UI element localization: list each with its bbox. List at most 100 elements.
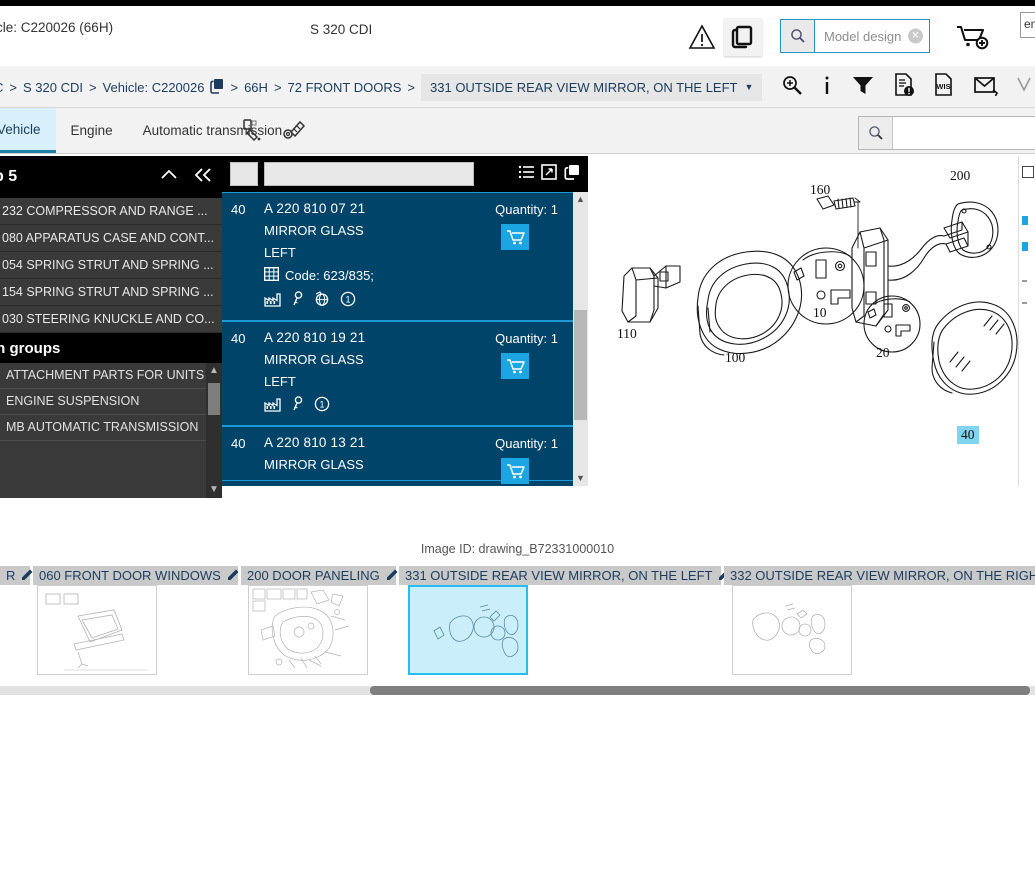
strip-label-partial[interactable]: R <box>0 566 33 585</box>
copy-icon[interactable] <box>724 18 762 56</box>
strip-label-060-front-door-windows[interactable]: 060 FRONT DOOR WINDOWS <box>33 566 240 585</box>
callout-20[interactable]: 20 <box>876 345 890 361</box>
thumbnail-item[interactable] <box>37 585 157 675</box>
global-search-box[interactable] <box>858 116 1035 150</box>
parts-search-input[interactable] <box>264 162 474 186</box>
scrollbar-thumb[interactable] <box>574 310 587 420</box>
sidebar-subitem-attachment-parts[interactable]: ATTACHMENT PARTS FOR UNITS <box>0 363 222 389</box>
copy-icon[interactable] <box>210 78 224 97</box>
chevron-double-left-icon[interactable] <box>192 167 214 188</box>
sidebar-subitem-engine-suspension[interactable]: ENGINE SUSPENSION <box>0 389 222 415</box>
document-alert-icon[interactable] <box>893 72 915 102</box>
part-row[interactable]: 40 A 220 810 19 21 MIRROR GLASS LEFT 1 Q… <box>222 321 588 426</box>
header-vehicle-label: cle: C220026 (66H) <box>0 20 114 35</box>
model-designation-search[interactable]: Model design ✕ <box>780 19 930 53</box>
key-icon[interactable] <box>291 291 304 312</box>
callout-10[interactable]: 10 <box>813 305 827 321</box>
copy-icon[interactable] <box>564 164 580 185</box>
key-icon[interactable] <box>291 396 304 417</box>
circled-one-icon[interactable]: 1 <box>314 396 330 417</box>
add-to-cart-icon[interactable] <box>501 458 529 484</box>
circled-one-icon[interactable]: 1 <box>340 291 356 312</box>
edge-chip-icon[interactable] <box>1022 242 1028 251</box>
filter-icon[interactable] <box>851 74 875 101</box>
sidebar-item-232[interactable]: 232 COMPRESSOR AND RANGE ... <box>0 198 222 225</box>
edit-icon[interactable] <box>386 568 399 584</box>
edge-dash-icon <box>1022 280 1027 282</box>
factory-icon[interactable] <box>264 292 281 312</box>
sidebar-subsection-list: ATTACHMENT PARTS FOR UNITS ENGINE SUSPEN… <box>0 363 222 498</box>
part-icon-row: 1 <box>264 396 588 417</box>
parts-scrollbar[interactable]: ▲ ▼ <box>573 192 588 486</box>
mail-icon[interactable] <box>973 74 999 101</box>
add-to-cart-icon[interactable] <box>501 224 529 250</box>
search-icon[interactable] <box>781 20 815 52</box>
partial-tool-icon[interactable] <box>1017 74 1031 101</box>
zoom-in-icon[interactable] <box>781 74 803 101</box>
tab-vehicle[interactable]: Vehicle <box>0 108 56 153</box>
breadcrumb-active-dropdown[interactable]: 331 OUTSIDE REAR VIEW MIRROR, ON THE LEF… <box>421 73 763 101</box>
sidebar-scrollbar[interactable]: ▲ ▼ <box>206 363 222 498</box>
list-view-icon[interactable] <box>518 164 534 185</box>
part-index: 40 <box>231 331 246 346</box>
parts-filter-field[interactable] <box>230 162 258 186</box>
edge-chip-icon[interactable] <box>1022 216 1028 225</box>
breadcrumb-item-2[interactable]: Vehicle: C220026 <box>103 80 205 95</box>
tab-engine[interactable]: Engine <box>56 108 128 153</box>
scroll-up-icon[interactable]: ▲ <box>573 192 588 207</box>
breadcrumb-item-1[interactable]: S 320 CDI <box>23 80 83 95</box>
language-selector[interactable]: en <box>1020 12 1035 38</box>
breadcrumb-item-4[interactable]: 72 FRONT DOORS <box>288 80 402 95</box>
scrollbar-thumb[interactable] <box>208 383 220 415</box>
thumbnail-item[interactable] <box>248 585 368 675</box>
wis-document-icon[interactable]: WIS <box>933 72 955 102</box>
factory-icon[interactable] <box>264 397 281 417</box>
edit-icon[interactable] <box>227 568 240 584</box>
sidebar-item-030[interactable]: 030 STEERING KNUCKLE AND CO... <box>0 306 222 333</box>
edge-box-icon[interactable] <box>1022 166 1034 178</box>
scroll-down-icon[interactable]: ▼ <box>206 482 222 498</box>
callout-100[interactable]: 100 <box>725 350 745 366</box>
upholstery-code-icon[interactable] <box>282 118 308 147</box>
callout-40-selected[interactable]: 40 <box>957 426 979 444</box>
clear-icon[interactable]: ✕ <box>908 28 923 44</box>
model-search-field[interactable]: Model design ✕ <box>815 20 929 52</box>
part-row[interactable]: 40 A 220 810 07 21 MIRROR GLASS LEFT Cod… <box>222 192 588 321</box>
breadcrumb-item-0[interactable]: C <box>0 80 3 95</box>
chevron-up-icon[interactable] <box>159 167 179 187</box>
part-row[interactable]: 40 A 220 810 13 21 MIRROR GLASS Quantity… <box>222 426 588 484</box>
scrollbar-thumb[interactable] <box>370 686 1030 695</box>
callout-200[interactable]: 200 <box>950 168 970 184</box>
parts-drawing-canvas[interactable]: 160 200 110 100 10 20 40 <box>588 156 1035 486</box>
thumbnail-item[interactable] <box>732 585 852 675</box>
strip-label-332-outside-rear-view-mirror-right[interactable]: 332 OUTSIDE REAR VIEW MIRROR, ON THE RIG… <box>724 566 1035 585</box>
paint-code-icon[interactable] <box>240 118 266 147</box>
scroll-down-icon[interactable]: ▼ <box>573 471 588 486</box>
right-edge-panel[interactable] <box>1018 156 1035 486</box>
grid-icon[interactable] <box>263 266 280 284</box>
info-icon[interactable] <box>821 74 833 101</box>
sidebar-item-080[interactable]: 080 APPARATUS CASE AND CONT... <box>0 225 222 252</box>
sidebar-item-154[interactable]: 154 SPRING STRUT AND SPRING ... <box>0 279 222 306</box>
scroll-up-icon[interactable]: ▲ <box>206 363 222 379</box>
search-icon[interactable] <box>859 117 893 149</box>
chevron-down-icon[interactable]: ▼ <box>745 82 754 92</box>
callout-160[interactable]: 160 <box>810 182 830 198</box>
warning-triangle-icon[interactable] <box>688 23 716 51</box>
sidebar-item-054[interactable]: 054 SPRING STRUT AND SPRING ... <box>0 252 222 279</box>
strip-label-200-door-paneling[interactable]: 200 DOOR PANELING <box>241 566 399 585</box>
header-model-label: S 320 CDI <box>310 22 373 37</box>
add-to-cart-icon[interactable] <box>955 23 989 56</box>
horizontal-scrollbar[interactable] <box>0 686 1035 695</box>
breadcrumb-item-3[interactable]: 66H <box>244 80 268 95</box>
globe-at-icon[interactable] <box>314 291 330 312</box>
strip-label-331-outside-rear-view-mirror-left[interactable]: 331 OUTSIDE REAR VIEW MIRROR, ON THE LEF… <box>399 566 730 585</box>
add-to-cart-icon[interactable] <box>501 353 529 379</box>
tab-icon-group <box>240 118 308 147</box>
part-side: LEFT <box>264 374 296 389</box>
sidebar-subitem-mb-automatic-transmission[interactable]: MB AUTOMATIC TRANSMISSION <box>0 415 222 441</box>
expand-icon[interactable] <box>541 163 557 185</box>
thumbnail-item-selected[interactable] <box>408 585 528 675</box>
callout-110[interactable]: 110 <box>617 326 637 342</box>
parts-list-body[interactable]: 40 A 220 810 07 21 MIRROR GLASS LEFT Cod… <box>222 192 588 486</box>
